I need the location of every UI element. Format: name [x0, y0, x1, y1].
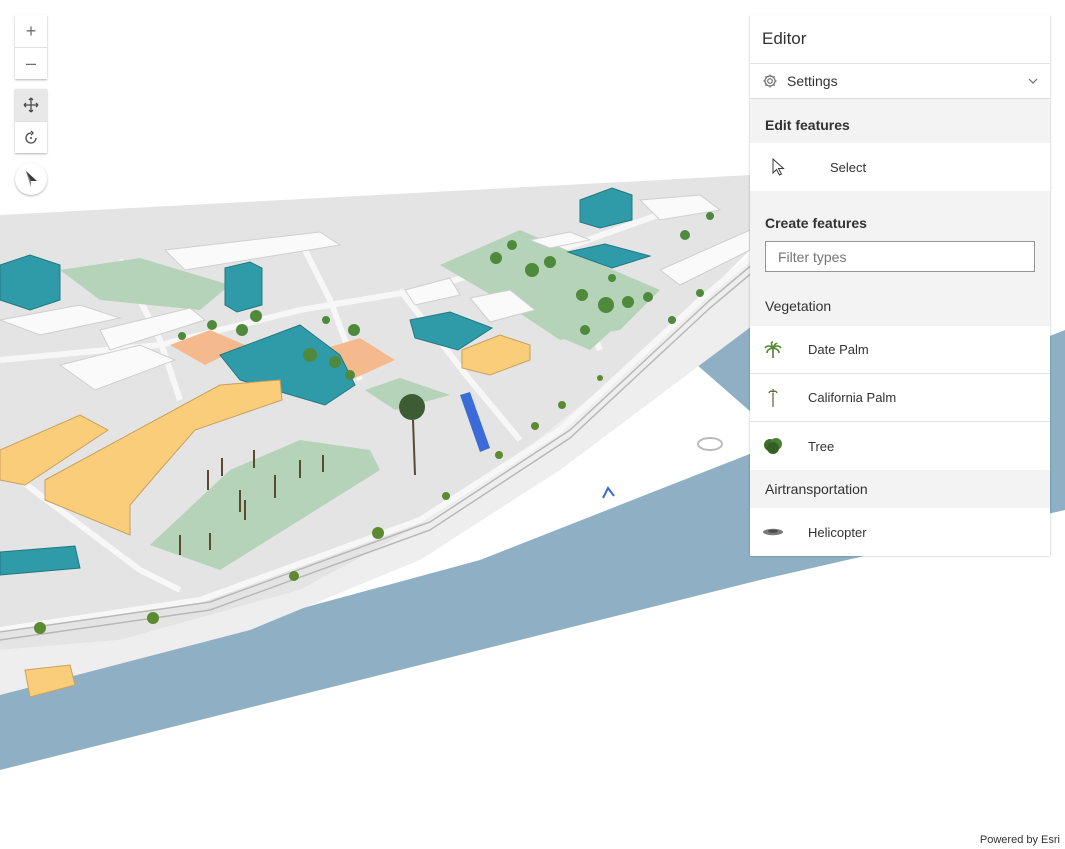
zoom-control: + – [15, 15, 47, 79]
airtransportation-list: Helicopter [750, 508, 1050, 556]
pan-button[interactable] [15, 89, 47, 121]
california-palm-icon [767, 388, 778, 407]
filter-types-input[interactable] [765, 241, 1035, 272]
zoom-in-button[interactable]: + [15, 15, 47, 47]
vegetation-list: Date Palm California Palm Tree [750, 326, 1050, 470]
type-label: Date Palm [808, 342, 869, 357]
type-label: Helicopter [808, 524, 867, 540]
big-palm-crown [399, 394, 425, 420]
select-button[interactable]: Select [750, 143, 1050, 191]
settings-label: Settings [787, 73, 838, 89]
gear-icon [763, 74, 777, 88]
zoom-out-button[interactable]: – [15, 47, 47, 79]
group-heading-vegetation: Vegetation [765, 298, 832, 314]
type-item-helicopter[interactable]: Helicopter [750, 508, 1050, 556]
type-item-california-palm[interactable]: California Palm [750, 374, 1050, 422]
type-item-tree[interactable]: Tree [750, 422, 1050, 470]
select-label: Select [830, 159, 867, 175]
editor-panel: Editor Settings Edit features Select Cre… [750, 15, 1050, 556]
heliport [697, 437, 723, 451]
type-item-date-palm[interactable]: Date Palm [750, 326, 1050, 374]
navigation-toggle [15, 89, 47, 153]
pan-icon [23, 97, 39, 113]
cursor-icon [772, 158, 785, 176]
rotate-button[interactable] [15, 121, 47, 153]
edit-features-heading: Edit features [765, 117, 850, 133]
date-palm-icon [763, 340, 782, 358]
edit-features-section: Edit features Select [750, 99, 1050, 191]
group-heading-airtransportation: Airtransportation [765, 481, 868, 497]
tree-icon [763, 438, 782, 454]
create-features-section: Create features Vegetation Date Palm [750, 191, 1050, 556]
chevron-down-icon [1028, 78, 1038, 84]
create-features-heading: Create features [765, 215, 867, 231]
compass-button[interactable] [15, 163, 47, 195]
attribution-text[interactable]: Powered by Esri [980, 834, 1060, 846]
settings-toggle[interactable]: Settings [750, 63, 1050, 99]
compass-icon [26, 171, 37, 187]
type-label: Tree [808, 438, 835, 454]
type-label: California Palm [808, 390, 897, 405]
editor-title: Editor [762, 29, 807, 48]
helicopter-icon [762, 528, 783, 536]
water-marker [602, 486, 615, 499]
rotate-icon [25, 130, 37, 144]
